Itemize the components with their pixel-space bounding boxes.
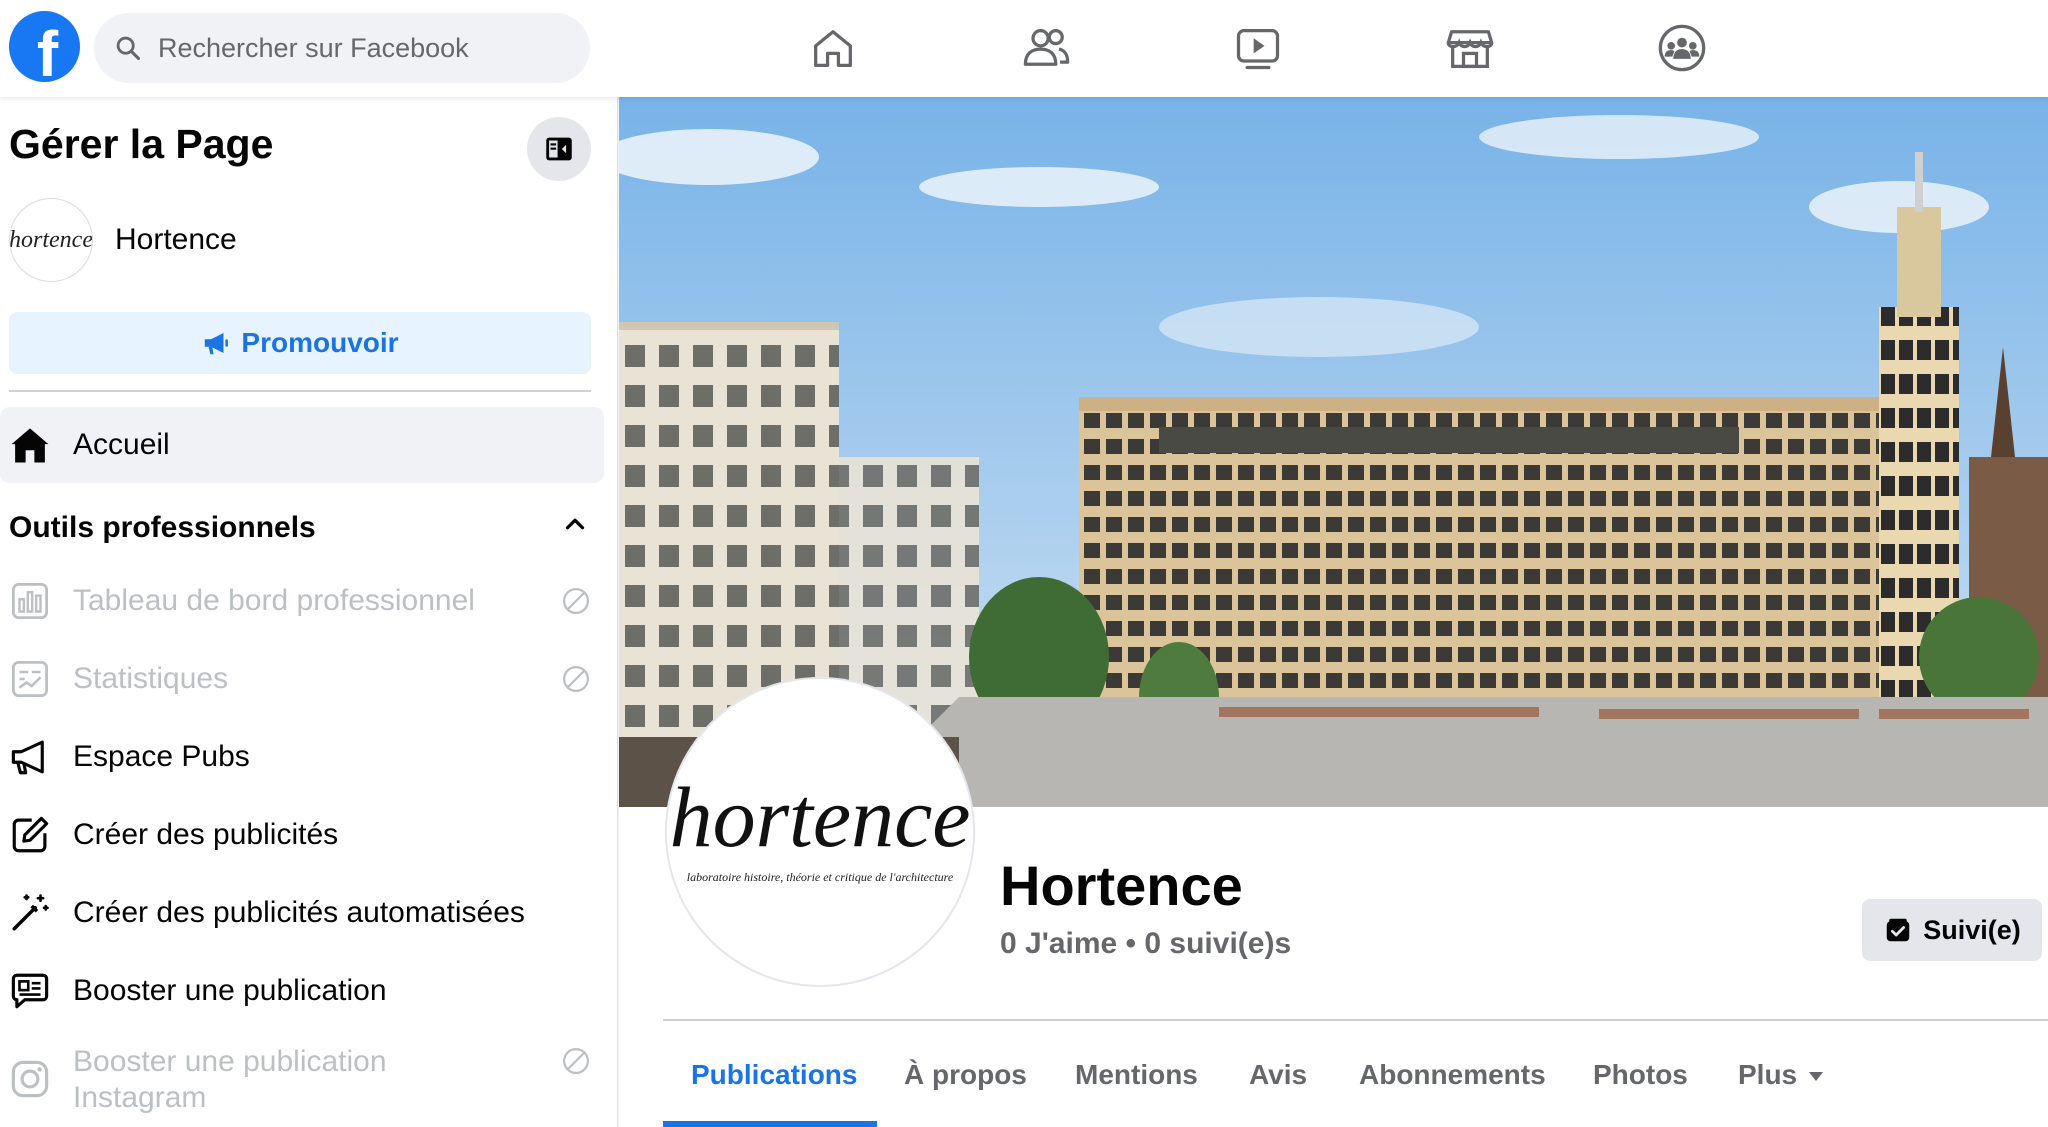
page-avatar-logo: hortence: [9, 226, 93, 253]
sidebar-item-label: Créer des publicités: [73, 818, 339, 851]
facebook-logo-icon[interactable]: f: [9, 11, 80, 86]
page-avatar-small[interactable]: hortence: [9, 198, 93, 282]
chevron-up-icon[interactable]: [560, 509, 590, 539]
nav-watch-button[interactable]: [1228, 18, 1288, 78]
sidebar-item-boost-post[interactable]: Booster une publication: [0, 956, 604, 1026]
collapse-sidebar-button[interactable]: [527, 117, 591, 181]
tabs-divider: [663, 1019, 2048, 1021]
tab-more[interactable]: Plus: [1738, 1059, 1824, 1091]
sidebar-item-label: Créer des publicités automatisées: [73, 896, 525, 929]
nav-home-button[interactable]: [803, 18, 863, 78]
friends-icon: [1023, 29, 1070, 66]
sidebar-item-automated-ads[interactable]: Créer des publicités automatisées: [0, 878, 604, 948]
sidebar-item-statistics[interactable]: Statistiques: [0, 644, 604, 714]
sidebar-item-boost-instagram[interactable]: Booster une publication Instagram: [0, 1034, 604, 1118]
sidebar-item-label: Statistiques: [73, 662, 229, 695]
sidebar-collapse-icon: [546, 137, 572, 161]
nav-marketplace-button[interactable]: [1440, 18, 1500, 78]
groups-icon: [1658, 24, 1706, 72]
sidebar-item-home[interactable]: Accueil: [0, 407, 604, 483]
sidebar-item-label: Booster une publication: [73, 974, 387, 1007]
dashboard-chart-icon: [11, 582, 49, 620]
tab-about[interactable]: À propos: [904, 1059, 1027, 1091]
nav-groups-button[interactable]: [1652, 18, 1712, 78]
instagram-icon: [11, 1060, 49, 1098]
page-profile-picture[interactable]: hortence laboratoire histoire, théorie e…: [667, 679, 973, 985]
page-stats[interactable]: 0 J'aime • 0 suivi(e)s: [1000, 927, 1291, 961]
home-filled-icon: [11, 428, 49, 463]
boost-post-icon: [11, 973, 49, 1009]
sidebar-item-label: Booster une publication Instagram: [73, 1045, 387, 1114]
following-label: Suivi(e): [1923, 914, 2021, 945]
manage-page-sidebar: Gérer la Page hortence Hortence Promouvo…: [0, 97, 618, 1127]
sidebar-item-label: Tableau de bord professionnel: [73, 584, 475, 617]
nav-friends-button[interactable]: [1016, 18, 1076, 78]
sidebar-page-name[interactable]: Hortence: [115, 223, 237, 257]
home-outline-icon: [814, 30, 852, 67]
disabled-ban-icon: [563, 588, 589, 614]
top-navigation-bar: f: [0, 0, 2048, 97]
watch-video-icon: [1236, 29, 1280, 70]
profile-logo-word: hortence: [669, 768, 971, 865]
insights-icon: [11, 660, 49, 698]
edit-pencil-icon: [12, 816, 49, 853]
disabled-ban-icon: [563, 1048, 589, 1074]
sidebar-item-business-dashboard[interactable]: Tableau de bord professionnel: [0, 566, 604, 636]
tab-reviews[interactable]: Avis: [1249, 1059, 1307, 1091]
caret-down-icon: [1809, 1072, 1824, 1082]
profile-logo-subtitle: laboratoire histoire, théorie et critiqu…: [686, 869, 954, 884]
sidebar-divider: [9, 390, 591, 392]
sidebar-item-label: Accueil: [73, 428, 170, 461]
sidebar-item-create-ads[interactable]: Créer des publicités: [0, 800, 604, 870]
sidebar-item-ad-center[interactable]: Espace Pubs: [0, 722, 604, 792]
search-input[interactable]: [158, 32, 558, 64]
page-main-content: hortence laboratoire histoire, théorie e…: [619, 97, 2048, 1127]
search-icon: [116, 36, 141, 61]
sidebar-item-label: Espace Pubs: [73, 740, 250, 773]
sidebar-title: Gérer la Page: [9, 121, 274, 167]
following-button[interactable]: Suivi(e): [1862, 899, 2042, 961]
promote-button[interactable]: Promouvoir: [9, 312, 591, 374]
magic-wand-icon: [12, 894, 49, 931]
search-box[interactable]: [94, 13, 590, 83]
tab-mentions[interactable]: Mentions: [1075, 1059, 1198, 1091]
tab-more-label: Plus: [1738, 1059, 1798, 1090]
active-tab-indicator: [663, 1121, 877, 1127]
follow-check-icon: [1886, 918, 1910, 942]
megaphone-icon: [205, 333, 229, 355]
promote-label: Promouvoir: [241, 327, 399, 358]
disabled-ban-icon: [563, 666, 589, 692]
megaphone-outline-icon: [11, 740, 44, 775]
tab-subscriptions[interactable]: Abonnements: [1359, 1059, 1546, 1091]
marketplace-store-icon: [1446, 30, 1494, 69]
tab-photos[interactable]: Photos: [1593, 1059, 1688, 1091]
business-tools-heading[interactable]: Outils professionnels: [9, 511, 316, 545]
page-title: Hortence: [1000, 854, 1243, 917]
tab-publications[interactable]: Publications: [691, 1059, 857, 1091]
